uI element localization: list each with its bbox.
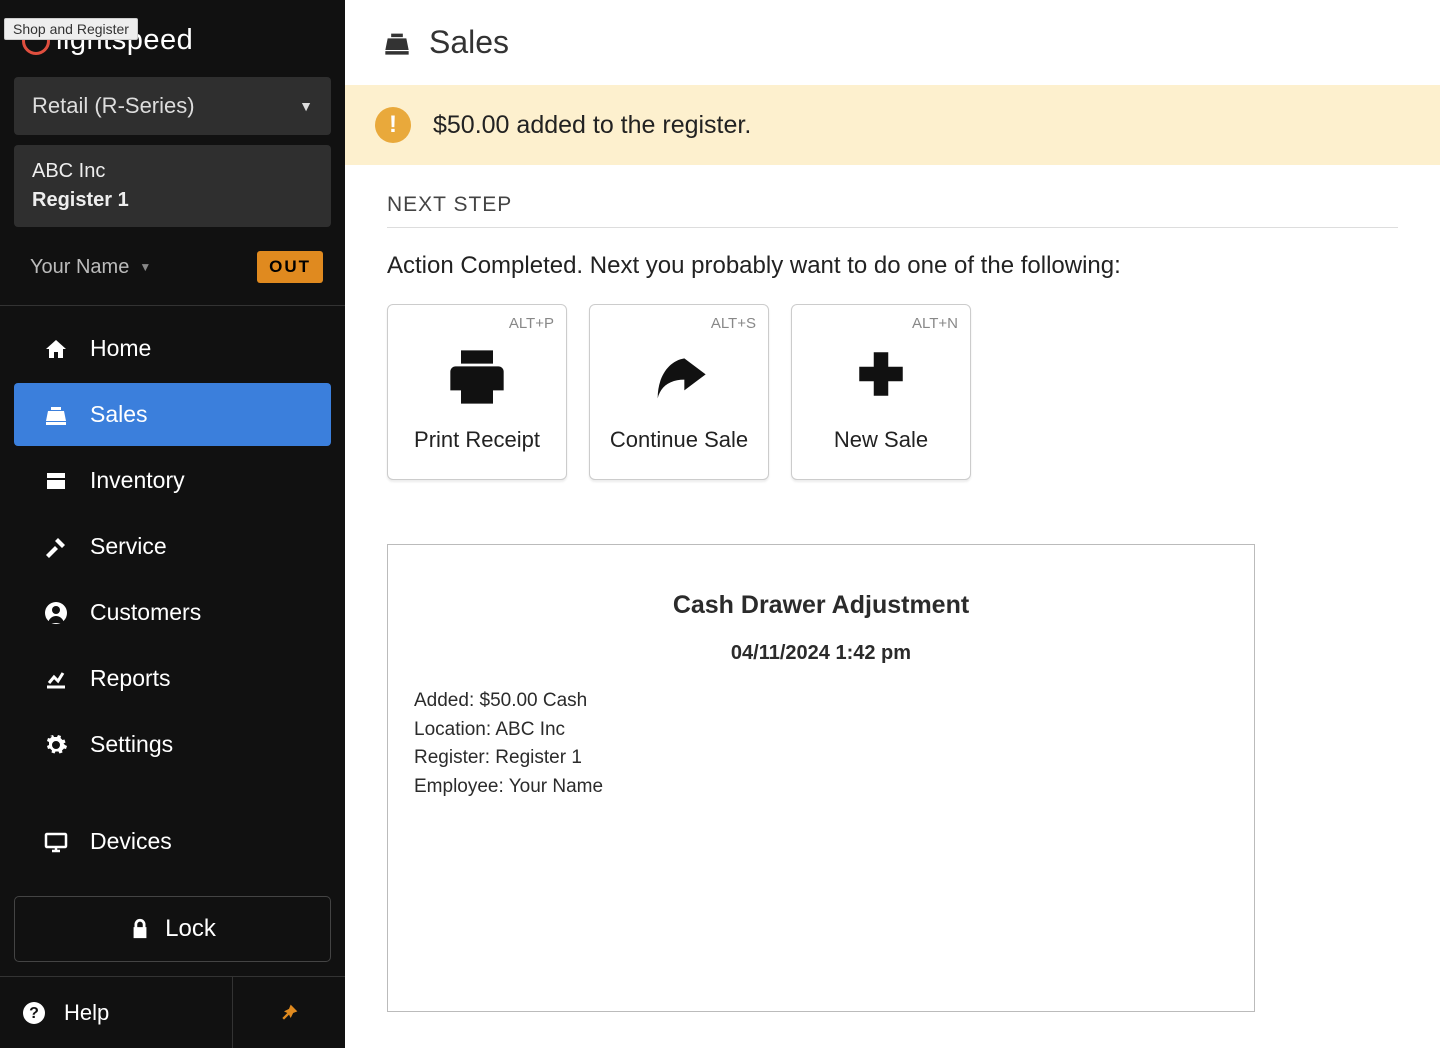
pin-icon	[279, 1003, 299, 1023]
receipt-employee: Employee: Your Name	[414, 773, 1234, 802]
help-label: Help	[64, 1000, 109, 1026]
register-icon	[383, 29, 411, 57]
action-cards: ALT+P Print Receipt ALT+S Continue Sale …	[387, 304, 1398, 480]
continue-sale-card[interactable]: ALT+S Continue Sale	[589, 304, 769, 480]
nav-customers[interactable]: Customers	[14, 581, 331, 644]
receipt-details: Added: $50.00 Cash Location: ABC Inc Reg…	[408, 687, 1234, 801]
receipt-preview: Cash Drawer Adjustment 04/11/2024 1:42 p…	[387, 544, 1255, 1012]
next-step-heading: NEXT STEP	[387, 193, 1398, 228]
nav-devices[interactable]: Devices	[14, 810, 331, 873]
receipt-location: Location: ABC Inc	[414, 716, 1234, 745]
nav-label: Home	[90, 335, 151, 362]
card-label: Continue Sale	[610, 427, 748, 453]
nav-label: Customers	[90, 599, 201, 626]
printer-icon	[441, 345, 513, 409]
shop-name: ABC Inc	[32, 157, 313, 186]
user-name: Your Name	[30, 256, 129, 279]
pin-button[interactable]	[233, 977, 345, 1048]
lock-button[interactable]: Lock	[14, 896, 331, 962]
nav-label: Reports	[90, 665, 171, 692]
nav-label: Service	[90, 533, 167, 560]
receipt-title: Cash Drawer Adjustment	[408, 591, 1234, 620]
nav-label: Inventory	[90, 467, 185, 494]
card-label: Print Receipt	[414, 427, 540, 453]
nav-label: Settings	[90, 731, 173, 758]
banner-message: $50.00 added to the register.	[433, 111, 751, 140]
hint-text: Action Completed. Next you probably want…	[387, 252, 1398, 280]
monitor-icon	[44, 830, 70, 854]
content: NEXT STEP Action Completed. Next you pro…	[345, 165, 1440, 1048]
nav-settings[interactable]: Settings	[14, 713, 331, 776]
hammer-icon	[44, 535, 70, 559]
question-icon: ?	[22, 1001, 46, 1025]
shop-register-tooltip: Shop and Register	[4, 18, 138, 40]
receipt-register: Register: Register 1	[414, 744, 1234, 773]
share-arrow-icon	[640, 345, 718, 409]
shortcut-label: ALT+N	[912, 315, 958, 332]
caret-down-icon: ▼	[139, 260, 151, 274]
lock-icon	[129, 918, 151, 940]
sidebar: Shop and Register lightspeed Retail (R-S…	[0, 0, 345, 1048]
card-label: New Sale	[834, 427, 928, 453]
lock-label: Lock	[165, 915, 216, 943]
help-button[interactable]: ? Help	[0, 977, 233, 1048]
print-receipt-card[interactable]: ALT+P Print Receipt	[387, 304, 567, 480]
page-header: Sales	[345, 0, 1440, 85]
caret-down-icon: ▼	[299, 98, 313, 114]
clock-out-badge[interactable]: OUT	[257, 251, 323, 283]
bottom-bar: ? Help	[0, 976, 345, 1048]
shop-register-block[interactable]: ABC Inc Register 1	[14, 145, 331, 227]
home-icon	[44, 337, 70, 361]
user-icon	[44, 601, 70, 625]
nav-sales[interactable]: Sales	[14, 383, 331, 446]
notification-banner: ! $50.00 added to the register.	[345, 85, 1440, 165]
shortcut-label: ALT+P	[509, 315, 554, 332]
drawer-icon	[44, 469, 70, 493]
nav-label: Sales	[90, 401, 148, 428]
receipt-added: Added: $50.00 Cash	[414, 687, 1234, 716]
register-icon	[44, 403, 70, 427]
product-selector[interactable]: Retail (R-Series) ▼	[14, 77, 331, 135]
svg-text:?: ?	[29, 1005, 39, 1022]
register-name: Register 1	[32, 186, 313, 215]
alert-icon: !	[375, 107, 411, 143]
receipt-datetime: 04/11/2024 1:42 pm	[408, 642, 1234, 665]
nav-reports[interactable]: Reports	[14, 647, 331, 710]
page-title: Sales	[429, 24, 509, 61]
main: Sales ! $50.00 added to the register. NE…	[345, 0, 1440, 1048]
user-row: Your Name ▼ OUT	[0, 241, 345, 305]
chart-icon	[44, 667, 70, 691]
product-selector-label: Retail (R-Series)	[32, 93, 195, 119]
plus-icon	[852, 345, 910, 403]
new-sale-card[interactable]: ALT+N New Sale	[791, 304, 971, 480]
nav-service[interactable]: Service	[14, 515, 331, 578]
shortcut-label: ALT+S	[711, 315, 756, 332]
nav-home[interactable]: Home	[14, 317, 331, 380]
gear-icon	[44, 733, 70, 757]
nav-label: Devices	[90, 828, 172, 855]
nav-inventory[interactable]: Inventory	[14, 449, 331, 512]
user-menu[interactable]: Your Name ▼	[30, 256, 151, 279]
primary-nav: Home Sales Inventory Service Customers	[0, 306, 345, 882]
